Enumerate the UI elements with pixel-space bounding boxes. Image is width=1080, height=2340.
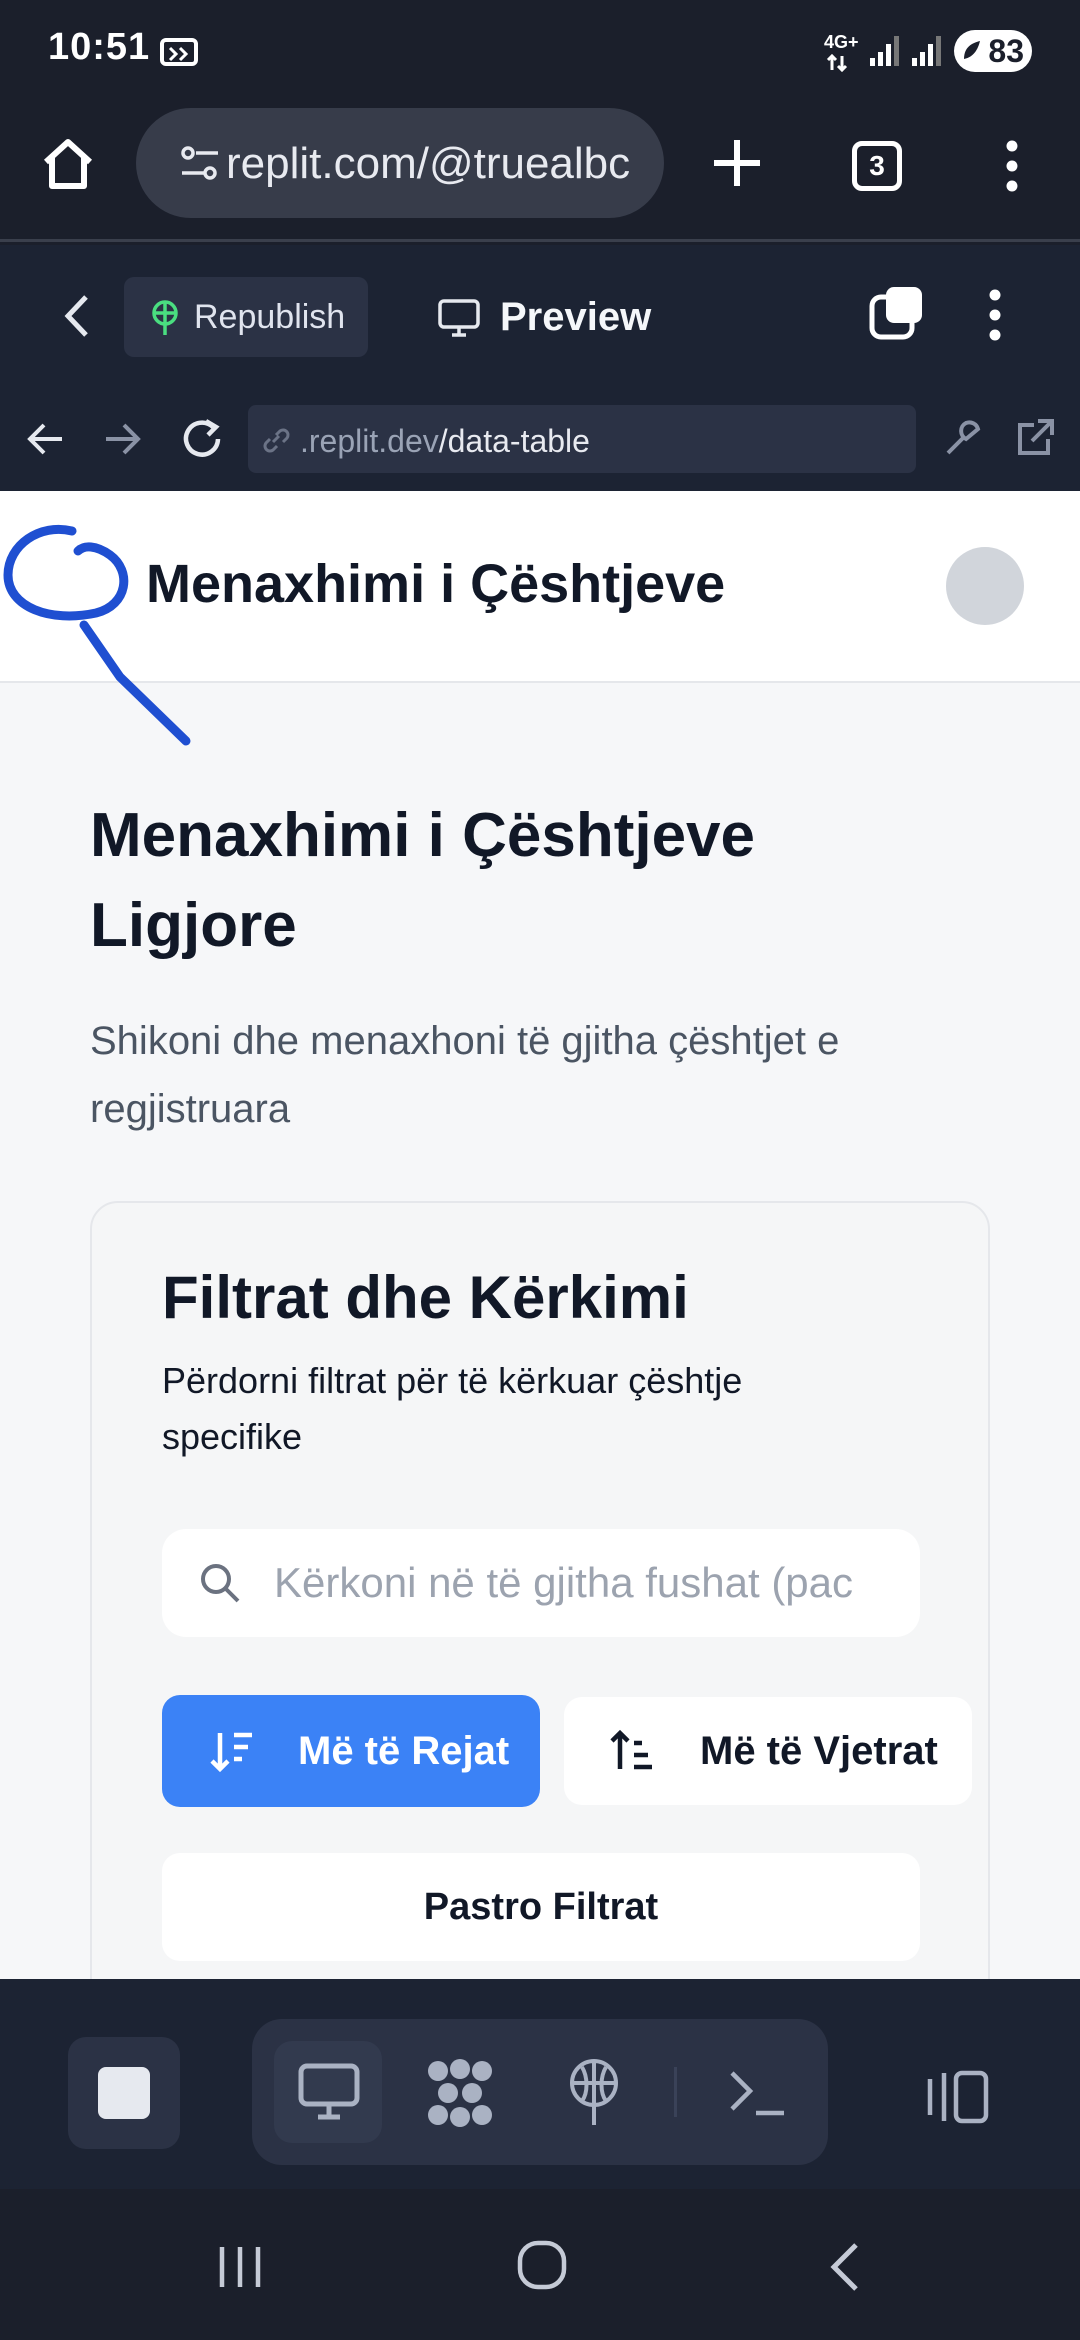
sort-oldest-label: Më të Vjetrat [700, 1729, 938, 1773]
replit-more-icon[interactable] [984, 287, 1006, 343]
android-navigation-bar [0, 2189, 1080, 2340]
tab-switcher-button[interactable]: 3 [852, 141, 902, 191]
recent-apps-icon[interactable] [216, 2245, 264, 2289]
sort-oldest-button[interactable]: Më të Vjetrat [564, 1697, 972, 1805]
new-tab-icon[interactable] [712, 138, 762, 188]
devtools-wrench-icon[interactable] [942, 417, 984, 459]
home-icon[interactable] [40, 136, 96, 192]
status-time: 10:51 [48, 26, 151, 68]
filters-description: Përdorni filtrat për të kërkuar çështje … [162, 1360, 743, 1457]
preview-tool-button[interactable] [274, 2041, 382, 2143]
toolbar-divider [674, 2067, 677, 2117]
webview-navigation: .replit.dev/data-table [0, 387, 1080, 491]
status-bar: 10:51 4G+ 83 [0, 0, 1080, 100]
network-4g-icon: 4G+ [824, 32, 859, 72]
forward-arrow-icon[interactable] [104, 421, 142, 457]
republish-label: Republish [194, 298, 346, 336]
avatar[interactable] [946, 547, 1024, 625]
battery-saver-icon [964, 41, 980, 59]
signal-strength-icon-2 [912, 36, 941, 66]
preview-tab-label[interactable]: Preview [500, 295, 651, 340]
search-input[interactable] [274, 1557, 894, 1609]
filters-title: Filtrat dhe Kërkimi [162, 1264, 689, 1331]
open-in-new-pane-icon[interactable] [868, 285, 926, 343]
replit-bottom-toolbar [0, 1979, 1080, 2197]
site-settings-icon[interactable] [180, 144, 220, 184]
clear-filters-button[interactable]: Pastro Filtrat [162, 1853, 920, 1961]
more-icon[interactable] [1000, 138, 1024, 194]
shell-icon[interactable] [728, 2067, 788, 2119]
sort-descending-icon [210, 1732, 252, 1773]
system-back-icon[interactable] [826, 2241, 862, 2293]
cast-notification-icon [160, 38, 198, 66]
deployments-icon[interactable] [564, 2057, 624, 2129]
stop-button[interactable] [68, 2037, 180, 2149]
app-header-title: Menaxhimi i Çështjeve [146, 554, 726, 614]
reload-icon[interactable] [180, 417, 226, 461]
battery-indicator: 83 [954, 30, 1032, 72]
replit-header: Republish Preview [0, 245, 1080, 387]
address-domain: .replit.dev [300, 423, 439, 459]
home-circle-icon[interactable] [516, 2239, 568, 2291]
republish-button[interactable]: Republish [124, 277, 368, 357]
open-external-icon[interactable] [1014, 417, 1056, 459]
sort-newest-button[interactable]: Më të Rejat [162, 1695, 540, 1807]
webview-address-text: .replit.dev/data-table [300, 423, 590, 460]
filters-card: Filtrat dhe Kërkimi Përdorni filtrat për… [90, 1201, 990, 1979]
webview-address-bar[interactable]: .replit.dev/data-table [248, 405, 916, 473]
split-pane-icon[interactable] [922, 2069, 990, 2125]
signal-strength-icon-1 [870, 36, 899, 66]
search-icon [201, 1564, 240, 1603]
address-path: /data-table [438, 423, 590, 459]
link-icon [263, 428, 290, 453]
deploy-icon [152, 300, 178, 335]
battery-level: 83 [988, 33, 1024, 69]
url-bar[interactable]: replit.com/@truealbc [136, 108, 664, 218]
url-text: replit.com/@truealbc [226, 139, 631, 188]
sort-newest-label: Më të Rejat [298, 1729, 510, 1773]
search-field[interactable] [162, 1529, 920, 1637]
network-type: 4G+ [824, 32, 859, 52]
hand-drawn-annotation-icon [3, 524, 191, 746]
monitor-icon [298, 2063, 360, 2120]
back-chevron-icon[interactable] [62, 293, 92, 339]
tool-tabs [252, 2019, 828, 2165]
browser-toolbar: replit.com/@truealbc 3 [0, 100, 1080, 242]
back-arrow-icon[interactable] [26, 421, 64, 457]
stop-icon [98, 2067, 150, 2119]
page-title: Menaxhimi i Çështjeve Ligjore [90, 801, 756, 960]
monitor-icon [438, 299, 480, 337]
page-subtitle: Shikoni dhe menaxhoni të gjitha çështjet… [90, 1019, 840, 1131]
sort-ascending-icon [610, 1729, 652, 1770]
apps-grid-icon[interactable] [424, 2057, 496, 2129]
